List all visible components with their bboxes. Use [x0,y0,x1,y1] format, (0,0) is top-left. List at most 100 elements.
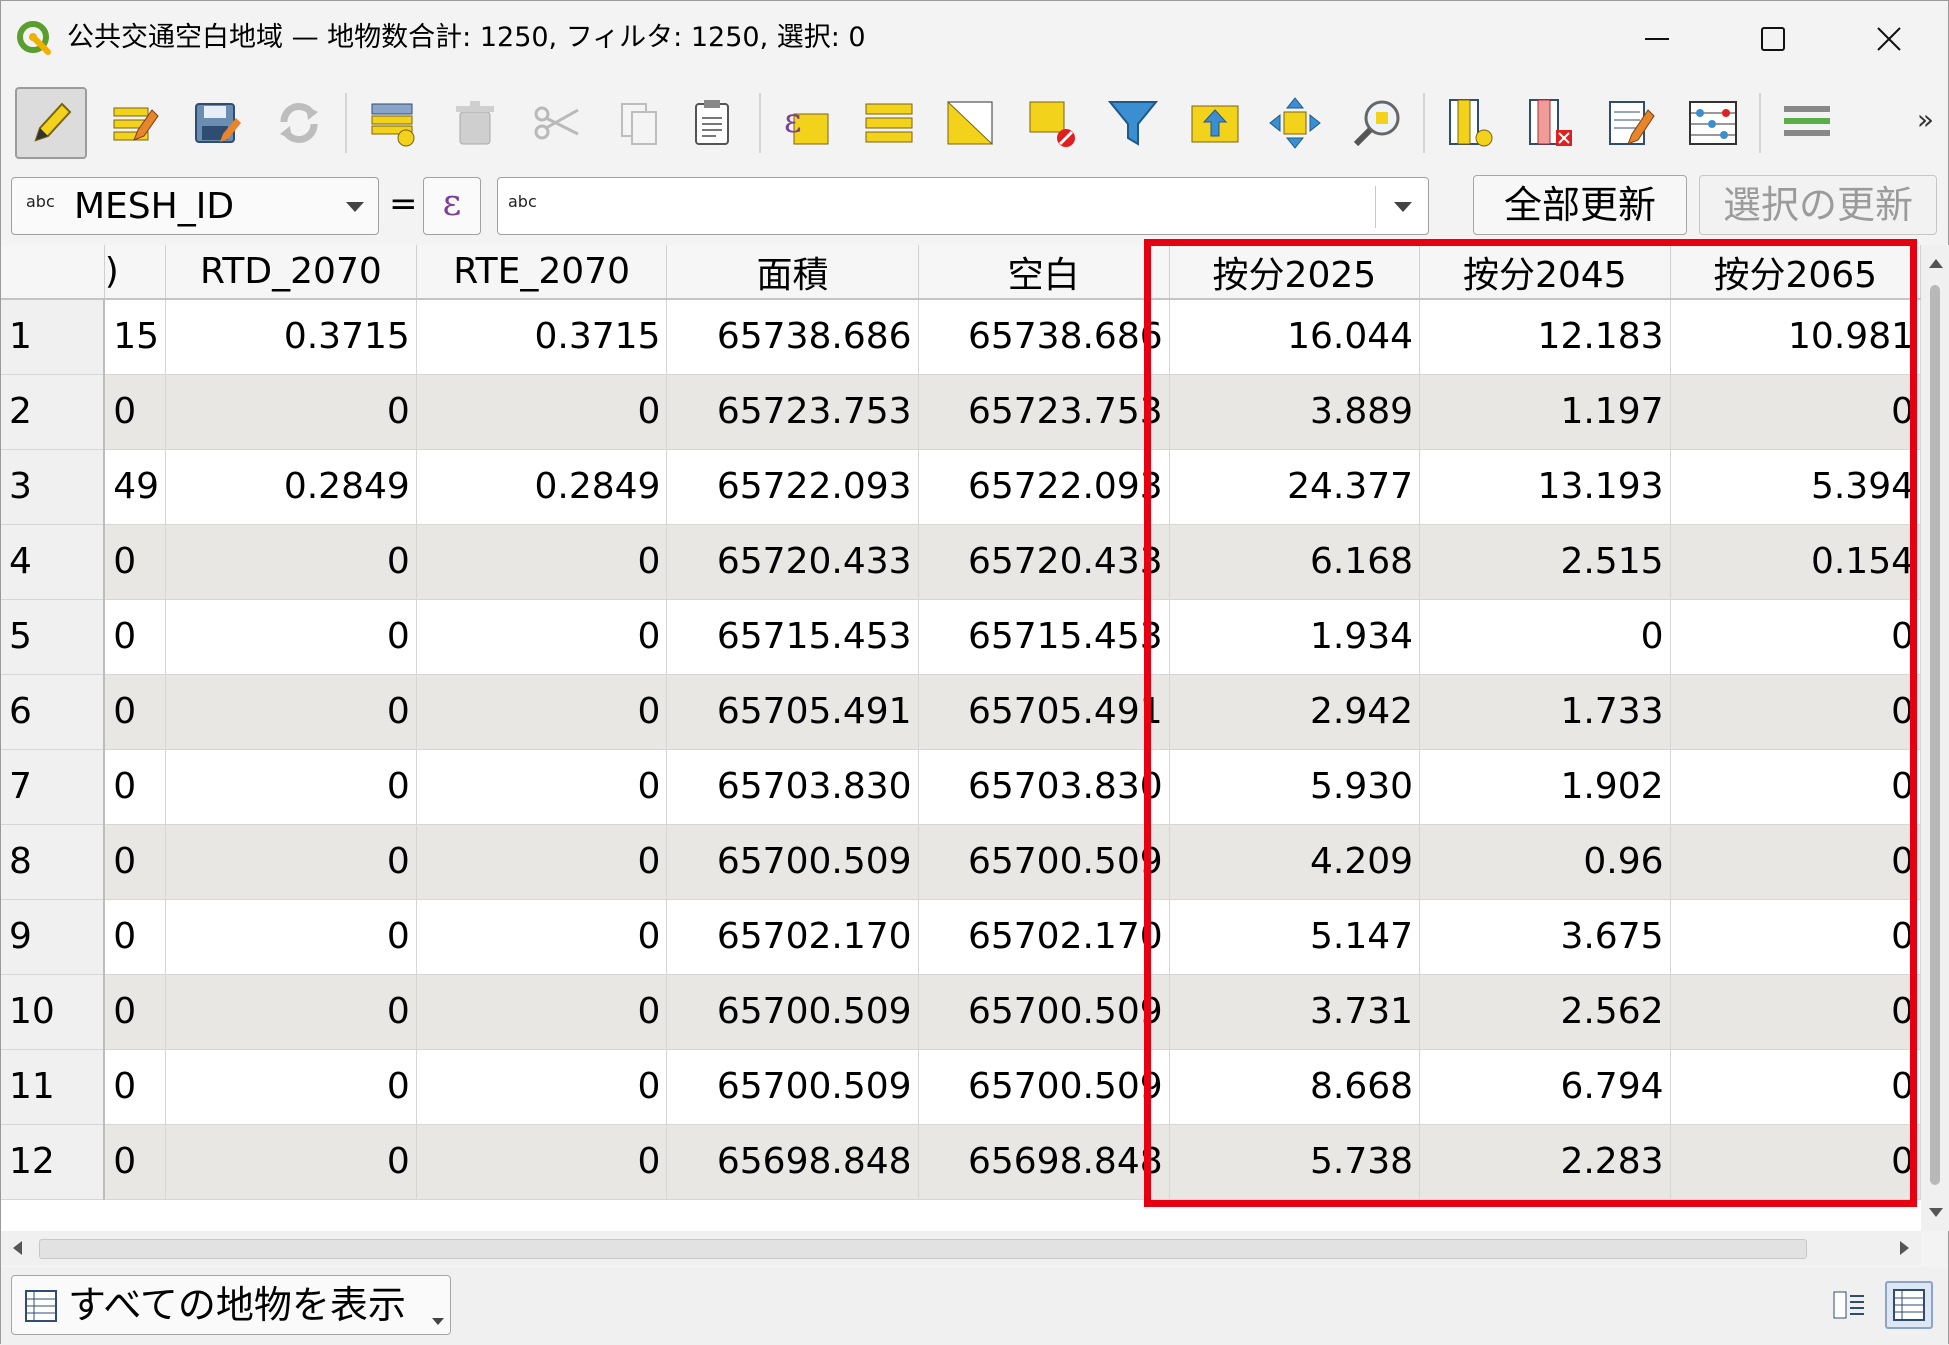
table-cell[interactable]: 0 [416,824,668,900]
table-cell[interactable]: 0 [1670,974,1921,1050]
table-cell[interactable]: 0 [416,749,668,825]
table-cell[interactable]: 65738.686 [666,299,919,375]
actions-button[interactable] [1771,87,1843,159]
table-cell[interactable]: 65705.491 [666,674,919,750]
table-row[interactable]: 6 0 0 0 65705.491 65705.491 2.942 1.733 0 [1,674,1921,750]
table-cell[interactable]: 0 [104,899,167,975]
table-cell[interactable]: 49 [104,449,167,525]
table-cell[interactable]: 0.3715 [165,299,417,375]
table-row[interactable]: 4 0 0 0 65720.433 65720.433 6.168 2.515 0.154 [1,524,1921,600]
reload-button[interactable] [263,87,335,159]
table-cell[interactable]: 0.2849 [165,449,417,525]
select-by-expression-button[interactable]: ε [771,87,843,159]
table-cell[interactable]: 65723.753 [666,374,919,450]
row-number[interactable]: 3 [1,449,106,525]
expression-input[interactable]: abc [497,177,1429,235]
table-cell[interactable]: 0 [1670,824,1921,900]
table-cell[interactable]: 65703.830 [918,749,1170,825]
table-cell[interactable]: 1.733 [1419,674,1671,750]
table-cell[interactable]: 0.96 [1419,824,1671,900]
table-cell[interactable]: 0 [416,974,668,1050]
table-cell[interactable]: 1.902 [1419,749,1671,825]
paste-button[interactable] [677,87,749,159]
maximize-button[interactable] [1713,9,1833,69]
table-cell[interactable]: 65700.509 [666,1049,919,1125]
table-cell[interactable]: 65723.753 [918,374,1170,450]
table-cell[interactable]: 24.377 [1169,449,1421,525]
pan-to-selected-button[interactable] [1259,87,1331,159]
table-cell[interactable]: 15 [104,299,167,375]
vertical-scrollbar[interactable] [1921,245,1949,1231]
table-cell[interactable]: 0 [165,374,417,450]
table-cell[interactable]: 0 [416,1049,668,1125]
table-cell[interactable]: 65700.509 [918,824,1170,900]
table-cell[interactable]: 16.044 [1169,299,1421,375]
table-cell[interactable]: 65700.509 [918,1049,1170,1125]
table-cell[interactable]: 0 [1670,899,1921,975]
table-cell[interactable]: 65705.491 [918,674,1170,750]
table-cell[interactable]: 65720.433 [666,524,919,600]
table-row[interactable]: 12 0 0 0 65698.848 65698.848 5.738 2.283 0 [1,1124,1921,1200]
delete-field-button[interactable] [1515,87,1587,159]
table-cell[interactable]: 65700.509 [666,824,919,900]
table-row[interactable]: 8 0 0 0 65700.509 65700.509 4.209 0.96 0 [1,824,1921,900]
scroll-thumb[interactable] [1930,285,1940,1185]
table-cell[interactable]: 65722.093 [918,449,1170,525]
table-cell[interactable]: 0 [416,599,668,675]
scroll-thumb[interactable] [39,1239,1807,1259]
table-cell[interactable]: 2.942 [1169,674,1421,750]
field-select[interactable]: abc MESH_ID [11,177,379,235]
row-number[interactable]: 7 [1,749,106,825]
table-cell[interactable]: 0 [1670,674,1921,750]
table-row[interactable]: 1 15 0.3715 0.3715 65738.686 65738.686 16.044 1… [1,299,1921,375]
table-row[interactable]: 10 0 0 0 65700.509 65700.509 3.731 2.562 0 [1,974,1921,1050]
table-cell[interactable]: 1.934 [1169,599,1421,675]
table-cell[interactable]: 0 [104,824,167,900]
table-cell[interactable]: 65702.170 [918,899,1170,975]
table-cell[interactable]: 1.197 [1419,374,1671,450]
table-cell[interactable]: 0 [165,524,417,600]
row-number[interactable]: 9 [1,899,106,975]
table-cell[interactable]: 5.930 [1169,749,1421,825]
add-feature-button[interactable] [357,87,429,159]
table-cell[interactable]: 0 [416,899,668,975]
table-cell[interactable]: 5.394 [1670,449,1921,525]
table-cell[interactable]: 0 [416,674,668,750]
table-cell[interactable]: 0 [165,974,417,1050]
table-cell[interactable]: 0 [1670,1124,1921,1200]
row-number[interactable]: 10 [1,974,106,1050]
table-cell[interactable]: 0 [416,524,668,600]
new-field-button[interactable] [1435,87,1507,159]
zoom-to-selected-button[interactable] [1341,87,1413,159]
table-cell[interactable]: 0 [416,374,668,450]
cut-button[interactable] [521,87,593,159]
chevron-down-icon[interactable] [1394,202,1412,212]
table-cell[interactable]: 0 [104,1124,167,1200]
table-cell[interactable]: 0 [165,1124,417,1200]
table-cell[interactable]: 65738.686 [918,299,1170,375]
table-cell[interactable]: 2.562 [1419,974,1671,1050]
table-cell[interactable]: 0 [165,749,417,825]
table-cell[interactable]: 0 [416,1124,668,1200]
copy-button[interactable] [603,87,675,159]
column-header-rte-2070[interactable]: RTE_2070 [416,245,668,300]
table-row[interactable]: 5 0 0 0 65715.453 65715.453 1.934 0 0 [1,599,1921,675]
row-number[interactable]: 5 [1,599,106,675]
table-cell[interactable]: 0 [1670,749,1921,825]
deselect-all-button[interactable] [1017,87,1089,159]
table-cell[interactable]: 10.981 [1670,299,1921,375]
update-all-button[interactable]: 全部更新 [1473,175,1687,235]
table-cell[interactable]: 0 [104,374,167,450]
toolbar-overflow-icon[interactable]: » [1917,103,1934,136]
select-all-button[interactable] [853,87,925,159]
table-cell[interactable]: 0 [1419,599,1671,675]
table-cell[interactable]: 12.183 [1419,299,1671,375]
table-cell[interactable]: 3.889 [1169,374,1421,450]
column-header-blank[interactable]: 空白 [918,245,1170,300]
table-cell[interactable]: 6.168 [1169,524,1421,600]
table-cell[interactable]: 0 [1670,374,1921,450]
table-row[interactable]: 9 0 0 0 65702.170 65702.170 5.147 3.675 0 [1,899,1921,975]
table-cell[interactable]: 65722.093 [666,449,919,525]
delete-feature-button[interactable] [439,87,511,159]
table-cell[interactable]: 0 [165,599,417,675]
